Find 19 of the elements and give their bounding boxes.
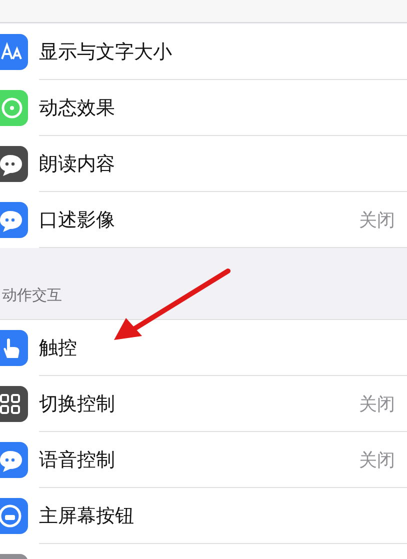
settings-row[interactable]: 切换控制 关闭 xyxy=(0,376,407,432)
row-label: 切换控制 xyxy=(39,392,115,416)
settings-row[interactable]: 朗读内容 xyxy=(0,136,407,192)
settings-row[interactable]: 动态效果 xyxy=(0,80,407,136)
row-label: 显示与文字大小 xyxy=(39,40,172,64)
settings-row[interactable]: 主屏幕按钮 xyxy=(0,488,407,544)
row-label: 朗读内容 xyxy=(39,152,115,176)
section-header: 动作交互 xyxy=(2,286,62,305)
settings-row[interactable]: 语音控制 关闭 xyxy=(0,432,407,488)
row-label: 动态效果 xyxy=(39,96,115,120)
row-label: 主屏幕按钮 xyxy=(39,504,134,528)
row-label: 触控 xyxy=(39,336,77,360)
row-value: 关闭 xyxy=(359,208,395,232)
row-value: 关闭 xyxy=(359,392,395,416)
settings-row[interactable]: 口述影像 关闭 xyxy=(0,192,407,248)
row-label: 口述影像 xyxy=(39,208,115,232)
row-value: 关闭 xyxy=(359,448,395,472)
settings-row[interactable]: 显示与文字大小 xyxy=(0,24,407,80)
row-label: 语音控制 xyxy=(39,448,115,472)
